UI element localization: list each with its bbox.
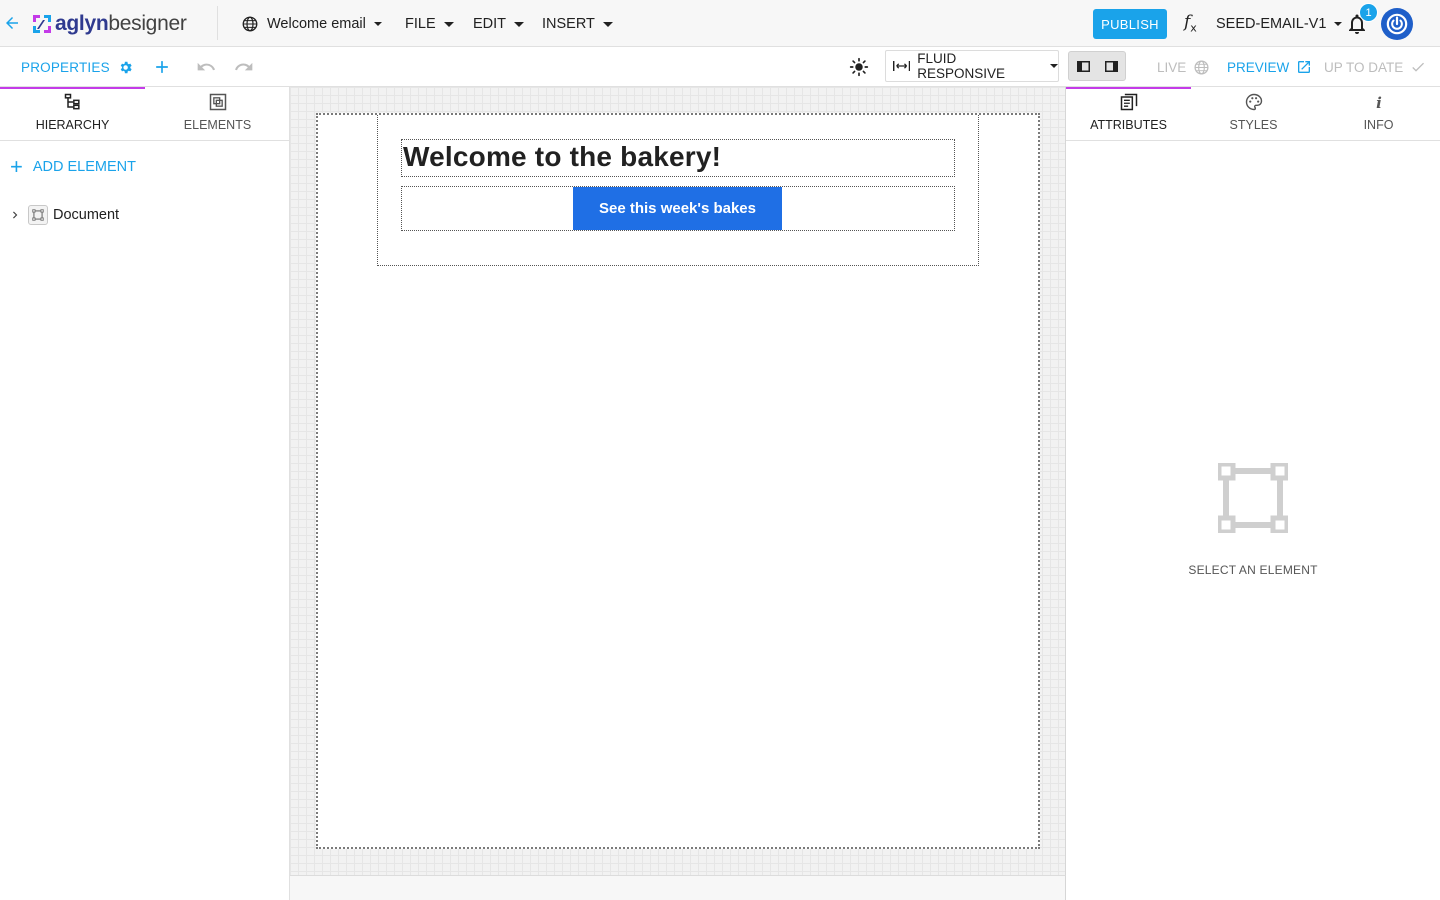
right-panel-tabs: ATTRIBUTES STYLES i INFO: [1066, 87, 1440, 141]
properties-tab[interactable]: PROPERTIES: [0, 47, 133, 87]
publish-button[interactable]: PUBLISH: [1093, 9, 1167, 39]
toggle-right-panel-button[interactable]: [1097, 52, 1125, 80]
document-node-icon: [28, 205, 48, 225]
add-element-button[interactable]: + ADD ELEMENT: [10, 154, 136, 179]
tab-hierarchy[interactable]: HIERARCHY: [0, 87, 145, 140]
left-panel: HIERARCHY ELEMENTS + ADD ELEMENT Documen…: [0, 87, 290, 900]
properties-label: PROPERTIES: [21, 59, 110, 75]
undo-icon[interactable]: [196, 57, 216, 77]
palette-icon: [1245, 93, 1262, 111]
button-block[interactable]: See this week's bakes: [401, 186, 955, 231]
sync-status-label: UP TO DATE: [1324, 59, 1404, 75]
left-panel-tabs: HIERARCHY ELEMENTS: [0, 87, 289, 141]
attributes-icon: [1120, 93, 1137, 111]
add-element-label: ADD ELEMENT: [32, 159, 136, 175]
globe-icon: [1194, 59, 1209, 75]
redo-icon[interactable]: [234, 57, 254, 77]
select-element-icon: [1218, 463, 1288, 533]
document-selector[interactable]: Welcome email: [241, 12, 382, 36]
notification-badge: 1: [1359, 3, 1378, 22]
brand-name: aglynbesigner: [55, 12, 187, 35]
menu-file-label: FILE: [405, 16, 436, 32]
open-in-new-icon: [1298, 61, 1311, 73]
caret-down-icon: [514, 21, 525, 27]
aglyn-logo-icon: [33, 15, 51, 33]
globe-icon: [242, 16, 258, 32]
version-selector[interactable]: SEED-EMAIL-V1: [1216, 12, 1343, 36]
menu-insert-label: INSERT: [542, 16, 595, 32]
tab-styles-label: STYLES: [1229, 118, 1278, 132]
cta-button[interactable]: See this week's bakes: [573, 187, 782, 230]
divider: [217, 6, 218, 40]
menu-insert[interactable]: INSERT: [542, 12, 613, 36]
top-app-bar: aglynbesigner Welcome email FILE EDIT IN…: [0, 0, 1440, 47]
viewport-mode-select[interactable]: FLUID RESPONSIVE: [885, 50, 1059, 82]
user-avatar[interactable]: [1381, 8, 1413, 40]
menu-edit[interactable]: EDIT: [473, 12, 525, 36]
heading-block[interactable]: Welcome to the bakery!: [401, 139, 955, 177]
tree-item-label: Document: [53, 207, 120, 223]
design-canvas[interactable]: Welcome to the bakery! See this week's b…: [290, 87, 1066, 875]
tab-attributes-label: ATTRIBUTES: [1090, 118, 1167, 132]
preview-label: PREVIEW: [1227, 59, 1290, 75]
live-link[interactable]: LIVE: [1157, 57, 1210, 77]
tab-info[interactable]: i INFO: [1316, 87, 1440, 140]
chevron-down-icon: [1334, 22, 1343, 26]
preview-link[interactable]: PREVIEW: [1227, 57, 1312, 77]
plus-icon: +: [10, 154, 23, 179]
canvas-footer-bar: [290, 875, 1066, 900]
chevron-right-icon[interactable]: [8, 208, 22, 222]
panel-toggle-group: [1068, 51, 1126, 81]
editor-toolbar: PROPERTIES FLUID RESPONSIVE LIVE PREVIEW…: [0, 47, 1440, 87]
empty-selection-state: SELECT AN ELEMENT: [1066, 463, 1440, 577]
viewport-mode-label: FLUID RESPONSIVE: [917, 51, 1005, 81]
app-logo[interactable]: aglynbesigner: [30, 10, 187, 38]
hierarchy-icon: [64, 93, 80, 110]
tab-info-label: INFO: [1363, 118, 1394, 132]
functions-icon[interactable]: fx: [1184, 12, 1197, 34]
tree-item-document[interactable]: Document: [8, 204, 119, 226]
document-name: Welcome email: [267, 16, 366, 32]
sync-status: UP TO DATE: [1324, 57, 1426, 77]
tab-elements[interactable]: ELEMENTS: [145, 87, 290, 140]
fluid-width-icon: [893, 60, 911, 72]
menu-edit-label: EDIT: [473, 16, 507, 32]
elements-icon: [209, 93, 226, 111]
gear-icon: [120, 61, 132, 73]
version-name: SEED-EMAIL-V1: [1216, 16, 1327, 32]
tab-styles[interactable]: STYLES: [1191, 87, 1316, 140]
back-arrow-icon[interactable]: [3, 14, 21, 32]
svg-text:i: i: [1376, 94, 1382, 112]
power-icon: [1386, 13, 1408, 35]
theme-toggle-sun-icon[interactable]: [849, 57, 869, 77]
email-document[interactable]: Welcome to the bakery! See this week's b…: [316, 113, 1040, 849]
chevron-down-icon: [373, 22, 382, 26]
tab-attributes[interactable]: ATTRIBUTES: [1066, 87, 1191, 140]
menu-file[interactable]: FILE: [405, 12, 454, 36]
toggle-left-panel-button[interactable]: [1069, 52, 1097, 80]
caret-down-icon: [443, 21, 454, 27]
empty-state-label: SELECT AN ELEMENT: [1188, 563, 1318, 577]
right-panel: ATTRIBUTES STYLES i INFO SELECT AN ELEME…: [1066, 87, 1440, 900]
tab-elements-label: ELEMENTS: [183, 118, 252, 132]
right-panel-icon: [1104, 60, 1118, 72]
caret-down-icon: [602, 21, 613, 27]
live-label: LIVE: [1157, 59, 1187, 75]
email-heading[interactable]: Welcome to the bakery!: [403, 141, 721, 173]
add-icon[interactable]: [152, 57, 172, 77]
tab-hierarchy-label: HIERARCHY: [35, 118, 110, 132]
chevron-down-icon: [1050, 64, 1058, 68]
check-icon: [1412, 62, 1425, 72]
info-icon: i: [1376, 94, 1382, 112]
left-panel-icon: [1076, 60, 1090, 72]
